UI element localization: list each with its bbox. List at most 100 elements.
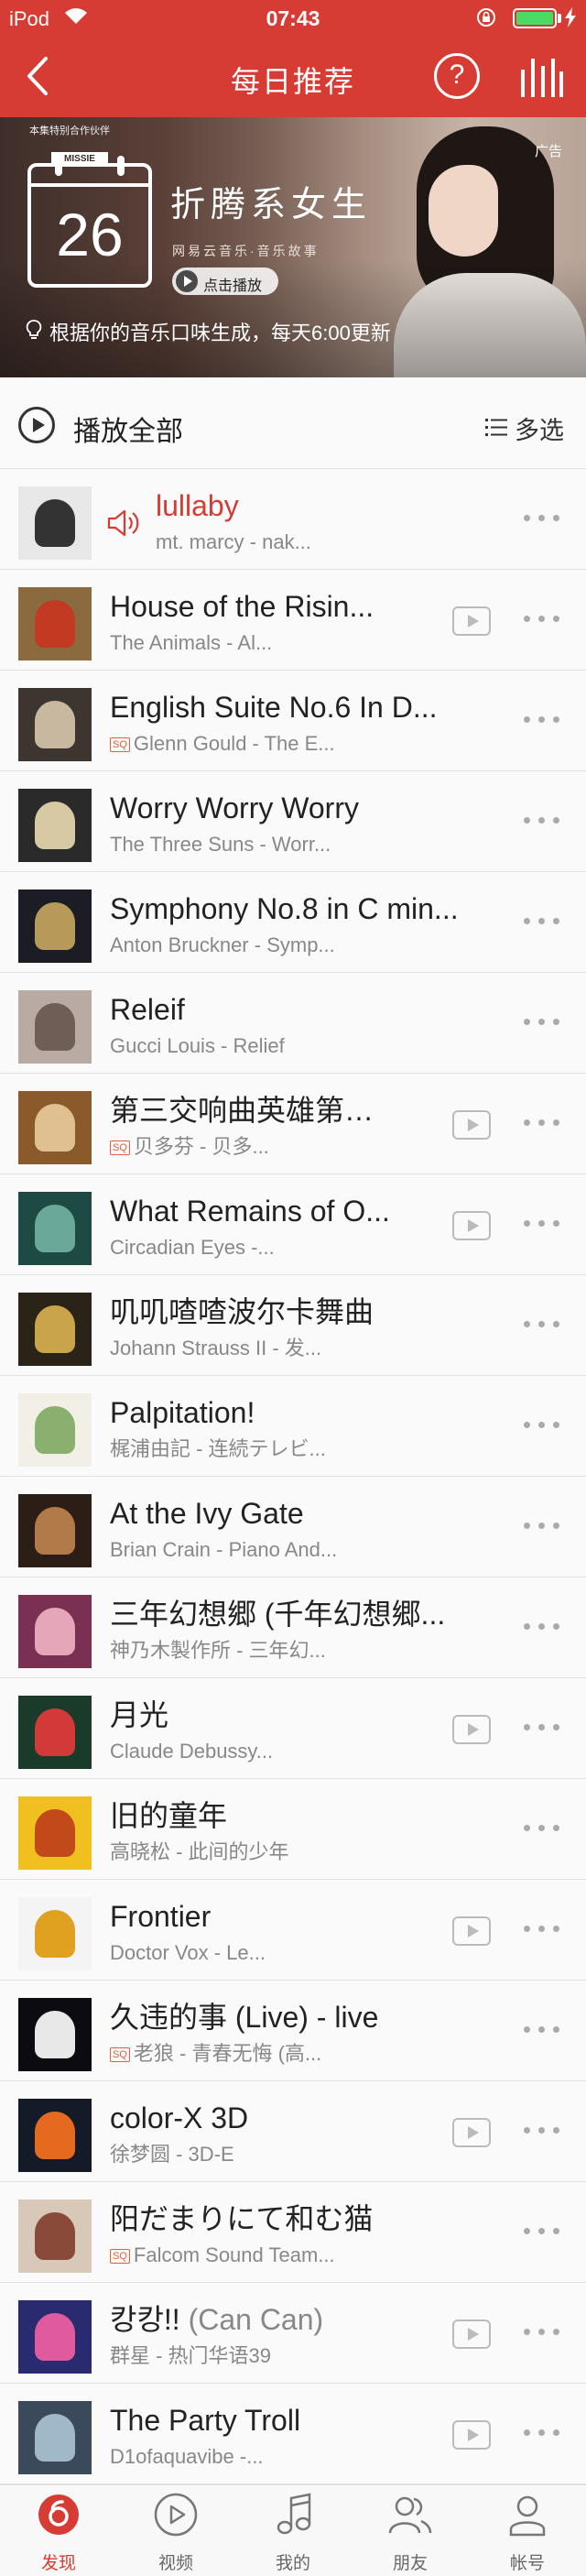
status-bar: iPod 07:43: [0, 0, 586, 37]
song-title-text: 第三交响曲英雄第…: [110, 1094, 374, 1127]
more-icon[interactable]: [522, 1719, 562, 1737]
more-icon[interactable]: [522, 2222, 562, 2241]
more-icon[interactable]: [522, 812, 562, 830]
song-title-text: 旧的童年: [110, 1799, 228, 1832]
mv-play-icon[interactable]: [452, 2319, 491, 2349]
song-row[interactable]: At the Ivy Gate Brian Crain - Piano And..…: [0, 1477, 586, 1577]
help-button[interactable]: ?: [434, 53, 480, 99]
tab-discover[interactable]: 发现: [0, 2485, 117, 2576]
song-row[interactable]: House of the Risin... The Animals - Al...: [0, 570, 586, 671]
song-info: 三年幻想郷 (千年幻想郷... 神乃木製作所 - 三年幻...: [110, 1596, 494, 1664]
song-title: 阳だまりにて和む猫: [110, 2200, 494, 2237]
song-title-text: Frontier: [110, 1900, 212, 1933]
song-info: Frontier Doctor Vox - Le...: [110, 1898, 494, 1966]
song-row[interactable]: Worry Worry Worry The Three Suns - Worr..…: [0, 771, 586, 872]
song-row[interactable]: 캉캉!! (Can Can) 群星 - 热门华语39: [0, 2283, 586, 2384]
song-info: 旧的童年高晓松 - 此间的少年: [110, 1797, 494, 1865]
song-artist-album: mt. marcy - nak...: [156, 530, 311, 553]
more-icon[interactable]: [522, 2122, 562, 2140]
more-icon[interactable]: [522, 1315, 562, 1334]
mv-play-icon[interactable]: [452, 606, 491, 636]
song-row[interactable]: What Remains of O... Circadian Eyes -...: [0, 1174, 586, 1275]
song-title-text: What Remains of O...: [110, 1195, 390, 1228]
song-artist-album: 徐梦圆 - 3D-E: [110, 2143, 234, 2166]
more-icon[interactable]: [522, 2323, 562, 2341]
song-artist-album: 贝多芬 - 贝多...: [133, 1135, 269, 1158]
song-info: House of the Risin... The Animals - Al...: [110, 588, 494, 656]
album-cover: [18, 990, 92, 1064]
tab-friends[interactable]: 朋友: [352, 2485, 469, 2576]
song-artist-album: Doctor Vox - Le...: [110, 1941, 266, 1964]
more-icon[interactable]: [522, 1920, 562, 1938]
more-icon[interactable]: [522, 1013, 562, 1031]
now-playing-icon[interactable]: [518, 55, 564, 99]
tab-video[interactable]: 视频: [117, 2485, 234, 2576]
mv-play-icon[interactable]: [452, 1916, 491, 1946]
song-row[interactable]: The Party Troll D1ofaquavibe -...: [0, 2384, 586, 2484]
song-row[interactable]: Symphony No.8 in C min... Anton Bruckner …: [0, 872, 586, 973]
song-title: Frontier: [110, 1898, 494, 1935]
banner-play-button[interactable]: 点击播放: [172, 267, 278, 295]
multi-select-button[interactable]: 多选: [485, 410, 564, 446]
mv-play-icon[interactable]: [452, 1715, 491, 1744]
song-row[interactable]: Palpitation! 梶浦由記 - 连続テレビ...: [0, 1376, 586, 1477]
more-icon[interactable]: [522, 2424, 562, 2442]
song-info: The Party Troll D1ofaquavibe -...: [110, 2402, 494, 2470]
song-row[interactable]: 久违的事 (Live) - live SQ 老狼 - 青春无悔 (高...: [0, 1981, 586, 2081]
more-icon[interactable]: [522, 2021, 562, 2039]
song-info: 캉캉!! (Can Can) 群星 - 热门华语39: [110, 2301, 494, 2369]
song-row[interactable]: 阳だまりにて和む猫 SQ Falcom Sound Team...: [0, 2182, 586, 2283]
song-title: The Party Troll: [110, 2402, 494, 2439]
song-title-text: At the Ivy Gate: [110, 1497, 304, 1530]
more-icon[interactable]: [522, 711, 562, 729]
song-title-text: 月光: [110, 1698, 169, 1731]
song-row[interactable]: 月光 Claude Debussy...: [0, 1678, 586, 1779]
more-icon[interactable]: [522, 1416, 562, 1435]
more-icon[interactable]: [522, 1114, 562, 1132]
tab-account[interactable]: 帐号: [469, 2485, 586, 2576]
sq-badge-icon: SQ: [110, 737, 130, 752]
more-icon[interactable]: [522, 509, 562, 528]
song-row[interactable]: English Suite No.6 In D... SQ Glenn Gould …: [0, 671, 586, 771]
song-info: lullaby mt. marcy - nak...: [156, 487, 485, 555]
mv-play-icon[interactable]: [452, 1110, 491, 1140]
daily-banner[interactable]: 本集特别合作伙伴 26 MISSIE 折腾系女生 网易云音乐·音乐故事 点击播放…: [0, 117, 586, 377]
song-title-text: Palpitation!: [110, 1396, 255, 1429]
mv-play-icon[interactable]: [452, 1211, 491, 1240]
song-row[interactable]: color-X 3D 徐梦圆 - 3D-E: [0, 2081, 586, 2182]
mv-play-icon[interactable]: [452, 2420, 491, 2450]
song-info: At the Ivy Gate Brian Crain - Piano And..…: [110, 1495, 494, 1563]
album-cover: [18, 890, 92, 963]
more-icon[interactable]: [522, 1819, 562, 1838]
song-row[interactable]: 第三交响曲英雄第… SQ 贝多芬 - 贝多...: [0, 1074, 586, 1174]
album-cover: [18, 1393, 92, 1467]
song-subtitle: Brian Crain - Piano And...: [110, 1537, 494, 1563]
song-artist-album: D1ofaquavibe -...: [110, 2445, 264, 2468]
more-icon[interactable]: [522, 1517, 562, 1535]
song-artist-album: 高晓松 - 此间的少年: [110, 1840, 289, 1863]
song-subtitle: Circadian Eyes -...: [110, 1235, 494, 1261]
song-subtitle: Claude Debussy...: [110, 1739, 494, 1764]
song-row[interactable]: 旧的童年高晓松 - 此间的少年: [0, 1779, 586, 1880]
album-cover: [18, 2401, 92, 2474]
more-icon[interactable]: [522, 912, 562, 931]
song-artist-album: 梶浦由記 - 连続テレビ...: [110, 1437, 326, 1460]
song-title: 久违的事 (Live) - live: [110, 1999, 494, 2036]
more-icon[interactable]: [522, 610, 562, 628]
more-icon[interactable]: [522, 1618, 562, 1636]
play-all-label[interactable]: 播放全部: [73, 409, 183, 449]
album-cover: [18, 2099, 92, 2172]
song-row[interactable]: lullaby mt. marcy - nak...: [0, 469, 586, 570]
mv-play-icon[interactable]: [452, 2118, 491, 2147]
song-title: House of the Risin...: [110, 588, 494, 625]
song-row[interactable]: 叽叽喳喳波尔卡舞曲 Johann Strauss II - 发...: [0, 1275, 586, 1376]
tab-mine[interactable]: 我的: [234, 2485, 352, 2576]
song-row[interactable]: Releif Gucci Louis - Relief: [0, 973, 586, 1074]
video-icon: [154, 2493, 198, 2537]
play-all-icon[interactable]: [18, 407, 55, 443]
clock: 07:43: [266, 6, 320, 30]
more-icon[interactable]: [522, 1215, 562, 1233]
song-row[interactable]: Frontier Doctor Vox - Le...: [0, 1880, 586, 1981]
song-row[interactable]: 三年幻想郷 (千年幻想郷... 神乃木製作所 - 三年幻...: [0, 1577, 586, 1678]
tab-label: 朋友: [392, 2554, 428, 2573]
